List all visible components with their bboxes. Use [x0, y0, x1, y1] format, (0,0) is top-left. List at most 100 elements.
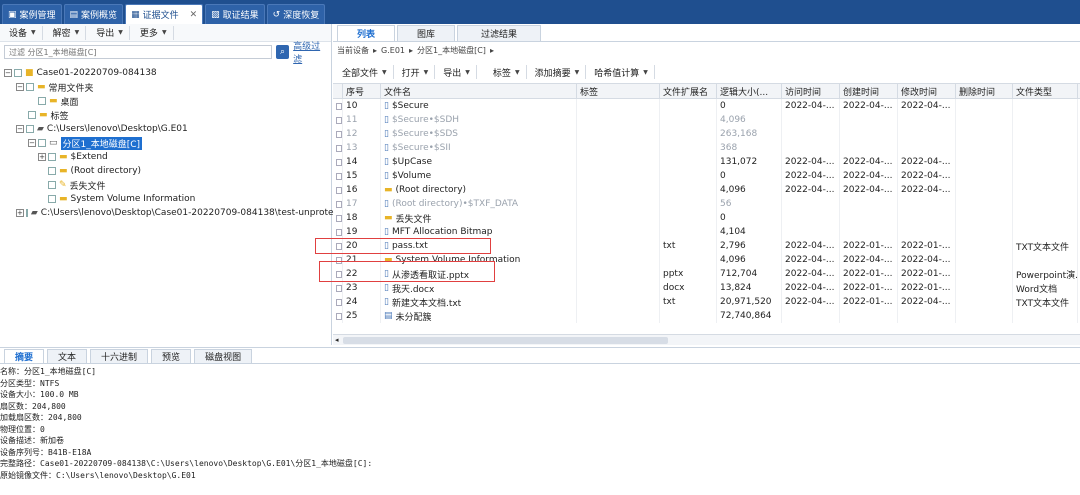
row-checkbox[interactable] [336, 158, 342, 166]
table-row[interactable]: 18 ▬ 丢失文件 0 [333, 211, 1080, 225]
tree-node-case[interactable]: − ■ Case01-20220709-084138 [0, 66, 331, 80]
table-row[interactable]: 11 ▯ $Secure•$SDH 4,096 [333, 113, 1080, 127]
tree-node-root-directory[interactable]: ▬ (Root directory) [0, 164, 331, 178]
row-checkbox[interactable] [336, 130, 342, 138]
export-menu[interactable]: 导出 ▼ [90, 25, 130, 40]
tab-gallery[interactable]: 图库 [397, 25, 455, 41]
row-checkbox[interactable] [336, 102, 342, 110]
checkbox[interactable] [48, 153, 56, 161]
checkbox[interactable] [25, 209, 28, 217]
table-row[interactable]: 14 ▯ $UpCase 131,072 2022-04-... 2022-04-... 2… [333, 155, 1080, 169]
tree-node-extend[interactable]: + ▬ $Extend [0, 150, 331, 164]
tree-node-image[interactable]: − ▰ C:\Users\lenovo\Desktop\G.E01 [0, 122, 331, 136]
horizontal-scrollbar[interactable]: ◂ [333, 334, 1080, 345]
tree-node-lost-files[interactable]: ✎ 丢失文件 [0, 178, 331, 192]
collapse-icon[interactable]: − [16, 83, 24, 91]
row-checkbox[interactable] [336, 200, 342, 208]
table-row[interactable]: 17 ▯ (Root directory)•$TXF_DATA 56 [333, 197, 1080, 211]
add-digest-menu[interactable]: 添加摘要 ▼ [529, 65, 587, 79]
checkbox[interactable] [38, 139, 46, 147]
row-checkbox[interactable] [336, 228, 342, 236]
col-create-time[interactable]: 创建时间 [840, 84, 898, 99]
more-menu[interactable]: 更多 ▼ [134, 25, 174, 40]
col-filename[interactable]: 文件名 [381, 84, 577, 99]
row-select-cell[interactable] [333, 295, 343, 309]
checkbox[interactable] [48, 167, 56, 175]
tab-preview[interactable]: 预览 [151, 349, 192, 363]
table-row[interactable]: 23 ▯ 我天.docx docx 13,824 2022-04-... 2022-01-.… [333, 281, 1080, 295]
row-select-cell[interactable] [333, 113, 343, 127]
scroll-thumb[interactable] [343, 337, 668, 344]
table-row[interactable]: 10 ▯ $Secure 0 2022-04-... 2022-04-... 2022-04… [333, 99, 1080, 113]
row-checkbox[interactable] [336, 186, 342, 194]
row-checkbox[interactable] [336, 284, 342, 292]
tree-node-desktop[interactable]: ▬ 桌面 [0, 94, 331, 108]
tree-node-image-2[interactable]: + ▰ C:\Users\lenovo\Desktop\Case01-2022070… [0, 206, 334, 220]
col-extension[interactable]: 文件扩展名 [660, 84, 717, 99]
col-logical-size[interactable]: 逻辑大小(... [717, 84, 782, 99]
row-checkbox[interactable] [336, 144, 342, 152]
close-icon[interactable]: ✕ [190, 10, 198, 20]
open-menu[interactable]: 打开 ▼ [396, 65, 436, 79]
table-row[interactable]: 25 ▤ 未分配簇 72,740,864 [333, 309, 1080, 323]
tab-text[interactable]: 文本 [47, 349, 88, 363]
tab-evidence-files[interactable]: ▦ 证据文件 ✕ [125, 4, 204, 24]
tab-hex[interactable]: 十六进制 [90, 349, 149, 363]
checkbox[interactable] [48, 195, 56, 203]
device-menu[interactable]: 设备 ▼ [3, 25, 43, 40]
tree-node-partition[interactable]: − ▭ 分区1_本地磁盘[C] [0, 136, 331, 150]
row-select-cell[interactable] [333, 155, 343, 169]
col-tag[interactable]: 标签 [577, 84, 660, 99]
scroll-left-icon[interactable]: ◂ [333, 336, 339, 344]
expand-icon[interactable]: + [38, 153, 46, 161]
row-checkbox[interactable] [336, 214, 342, 222]
table-row[interactable]: 19 ▯ MFT Allocation Bitmap 4,104 [333, 225, 1080, 239]
table-row[interactable]: 13 ▯ $Secure•$SII 368 [333, 141, 1080, 155]
tab-case-overview[interactable]: ▤ 案例概览 [63, 4, 124, 24]
hash-calc-menu[interactable]: 哈希值计算 ▼ [588, 65, 655, 79]
checkbox[interactable] [38, 97, 46, 105]
row-select-cell[interactable] [333, 127, 343, 141]
decode-menu[interactable]: 解密 ▼ [47, 25, 87, 40]
row-select-cell[interactable] [333, 183, 343, 197]
row-select-cell[interactable] [333, 169, 343, 183]
col-access-time[interactable]: 访问时间 [782, 84, 840, 99]
tab-summary[interactable]: 摘要 [4, 349, 45, 363]
tree-node-tags[interactable]: ▬ 标签 [0, 108, 331, 122]
checkbox[interactable] [26, 83, 34, 91]
col-modify-time[interactable]: 修改时间 [898, 84, 956, 99]
tab-forensic-results[interactable]: ▧ 取证结果 [205, 4, 265, 24]
checkbox[interactable] [14, 69, 22, 77]
row-select-cell[interactable] [333, 211, 343, 225]
row-checkbox[interactable] [336, 116, 342, 124]
collapse-icon[interactable]: − [16, 125, 24, 133]
search-icon[interactable]: ⌕ [276, 45, 290, 59]
row-select-cell[interactable] [333, 99, 343, 113]
tab-filter-results[interactable]: 过滤结果 [457, 25, 541, 41]
row-checkbox[interactable] [336, 172, 342, 180]
row-select-cell[interactable] [333, 225, 343, 239]
tree-node-common-folders[interactable]: − ▬ 常用文件夹 [0, 80, 331, 94]
collapse-icon[interactable]: − [28, 139, 36, 147]
all-files-menu[interactable]: 全部文件 ▼ [336, 65, 394, 79]
table-row[interactable]: 24 ▯ 新建文本文档.txt txt 20,971,520 2022-04-... 202… [333, 295, 1080, 309]
row-checkbox[interactable] [336, 298, 342, 306]
table-row[interactable]: 12 ▯ $Secure•$SDS 263,168 [333, 127, 1080, 141]
export-list-menu[interactable]: 导出 ▼ [437, 65, 477, 79]
col-file-type[interactable]: 文件类型 [1013, 84, 1078, 99]
row-select-cell[interactable] [333, 141, 343, 155]
checkbox[interactable] [26, 125, 34, 133]
row-select-cell[interactable] [333, 309, 343, 323]
tab-list[interactable]: 列表 [337, 25, 395, 41]
expand-icon[interactable]: + [16, 209, 24, 217]
collapse-icon[interactable]: − [4, 69, 12, 77]
checkbox[interactable] [28, 111, 36, 119]
row-select-cell[interactable] [333, 197, 343, 211]
tag-menu[interactable]: 标签 ▼ [479, 65, 527, 79]
tab-deep-recovery[interactable]: ↺ 深度恢复 [266, 4, 326, 24]
checkbox[interactable] [48, 181, 56, 189]
tab-disk-view[interactable]: 磁盘视图 [194, 349, 253, 363]
tab-case-manage[interactable]: ▣ 案例管理 [2, 4, 62, 24]
table-row[interactable]: 15 ▯ $Volume 0 2022-04-... 2022-04-... 2022-04… [333, 169, 1080, 183]
col-index[interactable]: 序号 [343, 84, 381, 99]
